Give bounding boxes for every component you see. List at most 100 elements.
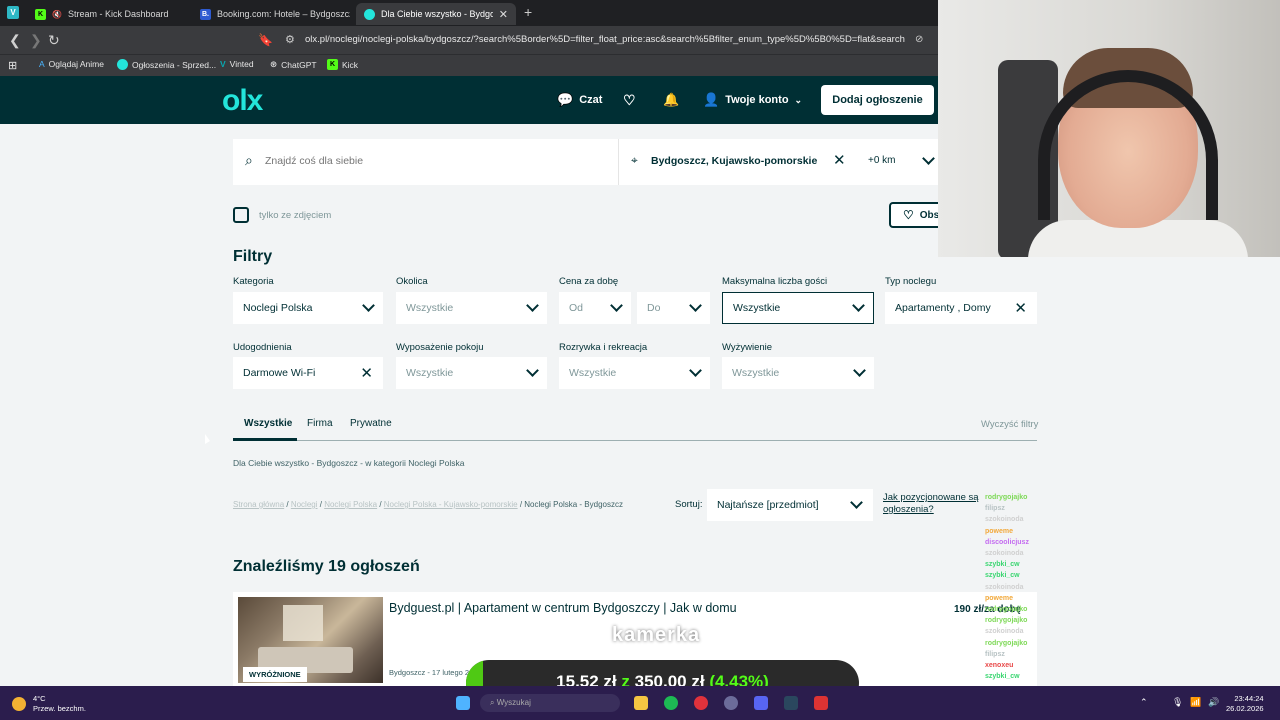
listing-meta: Bydgoszcz - 17 lutego 2 (389, 668, 470, 677)
discord-icon[interactable] (754, 696, 768, 710)
spotify-icon[interactable] (664, 696, 678, 710)
chat-username[interactable]: szybki_cw (985, 561, 1020, 568)
listing-photo[interactable]: WYRÓŻNIONE (238, 597, 383, 683)
radius-select[interactable]: +0 km (868, 151, 935, 166)
category-select[interactable]: Noclegi Polska (233, 292, 383, 324)
bookmark-label: Oglądaj Anime (48, 59, 104, 69)
bookmark-icon[interactable]: 🔖 (258, 31, 273, 49)
clear-filters-link[interactable]: Wyczyść filtry (981, 419, 1038, 430)
chat-username[interactable]: filipsz (985, 651, 1005, 658)
chevron-down-icon (853, 364, 866, 377)
tab-company[interactable]: Firma (307, 418, 333, 429)
price-to-select[interactable]: Do (637, 292, 710, 324)
chat-username[interactable]: discoolicjusz (985, 539, 1029, 546)
tab-private[interactable]: Prywatne (350, 418, 392, 429)
breadcrumb-item[interactable]: Noclegi Polska (324, 500, 377, 509)
chat-username[interactable]: szybki_cw (985, 673, 1020, 680)
chat-username[interactable]: szokoinoda (985, 584, 1024, 591)
chat-username[interactable]: rodrygojajko (985, 606, 1027, 613)
favorites-heart-icon[interactable]: ♡ (623, 92, 636, 109)
tray-chevron-icon[interactable]: ⌃ (1140, 697, 1148, 708)
chat-username[interactable]: szokoinoda (985, 550, 1024, 557)
url-field[interactable]: olx.pl/noclegi/noclegi-polska/bydgoszcz/… (305, 34, 905, 45)
breadcrumb-item[interactable]: Strona główna (233, 500, 284, 509)
browser-menu-icon[interactable]: V (7, 6, 19, 19)
bookmark-olx[interactable]: Ogłoszenia - Sprzed... (117, 59, 216, 70)
volume-icon[interactable]: 🔊 (1208, 697, 1219, 708)
breadcrumb-current: Noclegi Polska - Bydgoszcz (524, 500, 623, 509)
chat-username[interactable]: poweme (985, 595, 1013, 602)
tab-olx[interactable]: Dla Ciebie wszystko - Bydgoszcz ✕ (356, 3, 516, 25)
obs-icon[interactable] (724, 696, 738, 710)
weather-widget[interactable]: 4°C Przew. bezchm. (12, 694, 86, 714)
bookmark-anime[interactable]: A Oglądaj Anime (39, 59, 104, 69)
bookmark-kick[interactable]: K Kick (327, 59, 358, 70)
chat-username[interactable]: szybki_cw (985, 572, 1020, 579)
chat-username[interactable]: rodrygojajko (985, 494, 1027, 501)
category-context: Dla Ciebie wszystko - Bydgoszcz - w kate… (233, 458, 465, 468)
chat-username[interactable]: szokoinoda (985, 628, 1024, 635)
type-select[interactable]: Apartamenty , Domy ✕ (885, 292, 1037, 324)
chat-username[interactable]: szokoinoda (985, 516, 1024, 523)
clear-type-icon[interactable]: ✕ (1014, 301, 1027, 316)
back-icon[interactable]: ❮ (9, 31, 21, 49)
mute-icon[interactable]: 🔇 (52, 10, 62, 19)
observe-label: Obs (919, 209, 940, 221)
steam-icon[interactable] (784, 696, 798, 710)
chat-link[interactable]: 💬 Czat (557, 92, 602, 108)
tab-kick-dashboard[interactable]: K 🔇 Stream - Kick Dashboard (27, 3, 187, 25)
no-track-icon[interactable]: ⊘ (915, 31, 923, 49)
tab-all[interactable]: Wszystkie (244, 418, 292, 429)
category-value: Noclegi Polska (243, 302, 313, 314)
site-settings-icon[interactable]: ⚙ (285, 31, 295, 49)
room-equipment-select[interactable]: Wszystkie (396, 357, 547, 389)
area-select[interactable]: Wszystkie (396, 292, 547, 324)
positioning-info-link[interactable]: Jak pozycjonowane są ogłoszenia? (883, 492, 981, 516)
temperature: 4°C (33, 694, 46, 703)
breadcrumb-item[interactable]: Noclegi (291, 500, 318, 509)
chat-username[interactable]: rodrygojajko (985, 640, 1027, 647)
chat-username[interactable]: rodrygojajko (985, 617, 1027, 624)
photo-only-checkbox[interactable] (233, 207, 249, 223)
forward-icon[interactable]: ❯ (30, 31, 42, 49)
listing-title[interactable]: Bydguest.pl | Apartament w centrum Bydgo… (389, 601, 737, 615)
notifications-bell-icon[interactable]: 🔔 (663, 92, 679, 108)
opera-icon[interactable] (694, 696, 708, 710)
search-input[interactable] (265, 155, 605, 167)
sort-value: Najtańsze [przedmiot] (717, 499, 819, 511)
amenities-select[interactable]: Darmowe Wi-Fi ✕ (233, 357, 383, 389)
clear-location-icon[interactable]: ✕ (833, 153, 846, 168)
mic-icon[interactable]: 🎙 (1172, 697, 1183, 708)
chat-username[interactable]: filipsz (985, 505, 1005, 512)
taskbar-search[interactable]: ⌕ Wyszukaj (480, 694, 620, 712)
tab-booking[interactable]: B. Booking.com: Hotele – Bydgoszcz. Za (192, 3, 350, 25)
file-explorer-icon[interactable] (634, 696, 648, 710)
reload-icon[interactable]: ↻ (48, 31, 60, 49)
price-from-value: Od (569, 302, 584, 314)
price-from-select[interactable]: Od (559, 292, 631, 324)
chat-username[interactable]: poweme (985, 528, 1013, 535)
add-listing-button[interactable]: Dodaj ogłoszenie (821, 85, 934, 115)
close-tab-icon[interactable]: ✕ (499, 8, 508, 21)
bookmark-vinted[interactable]: V Vinted (220, 59, 254, 69)
new-tab-button[interactable]: + (524, 4, 532, 20)
photo-window-shape (283, 605, 323, 641)
wifi-icon[interactable]: 📶 (1190, 697, 1201, 708)
guests-select[interactable]: Wszystkie (722, 292, 874, 324)
weather-desc: Przew. bezchm. (33, 704, 86, 713)
olx-logo[interactable]: olx (222, 84, 263, 118)
clock[interactable]: 23:44:24 26.02.2026 (1226, 694, 1264, 714)
clear-amenities-icon[interactable]: ✕ (360, 366, 373, 381)
recreation-select[interactable]: Wszystkie (559, 357, 710, 389)
apps-grid-icon[interactable]: ⊞ (8, 59, 17, 72)
board-select[interactable]: Wszystkie (722, 357, 874, 389)
account-menu[interactable]: 👤 Twoje konto ⌄ (703, 92, 802, 108)
chat-message: szybki_cw (985, 559, 1215, 570)
app-icon[interactable] (814, 696, 828, 710)
sort-select[interactable]: Najtańsze [przedmiot] (707, 489, 873, 521)
location-field[interactable]: Bydgoszcz, Kujawsko-pomorskie (651, 155, 817, 167)
windows-start-icon[interactable] (456, 696, 470, 710)
breadcrumb-item[interactable]: Noclegi Polska - Kujawsko-pomorskie (384, 500, 518, 509)
chat-username[interactable]: xenoxeu (985, 662, 1013, 669)
bookmark-chatgpt[interactable]: ⊛ ChatGPT (270, 59, 317, 70)
